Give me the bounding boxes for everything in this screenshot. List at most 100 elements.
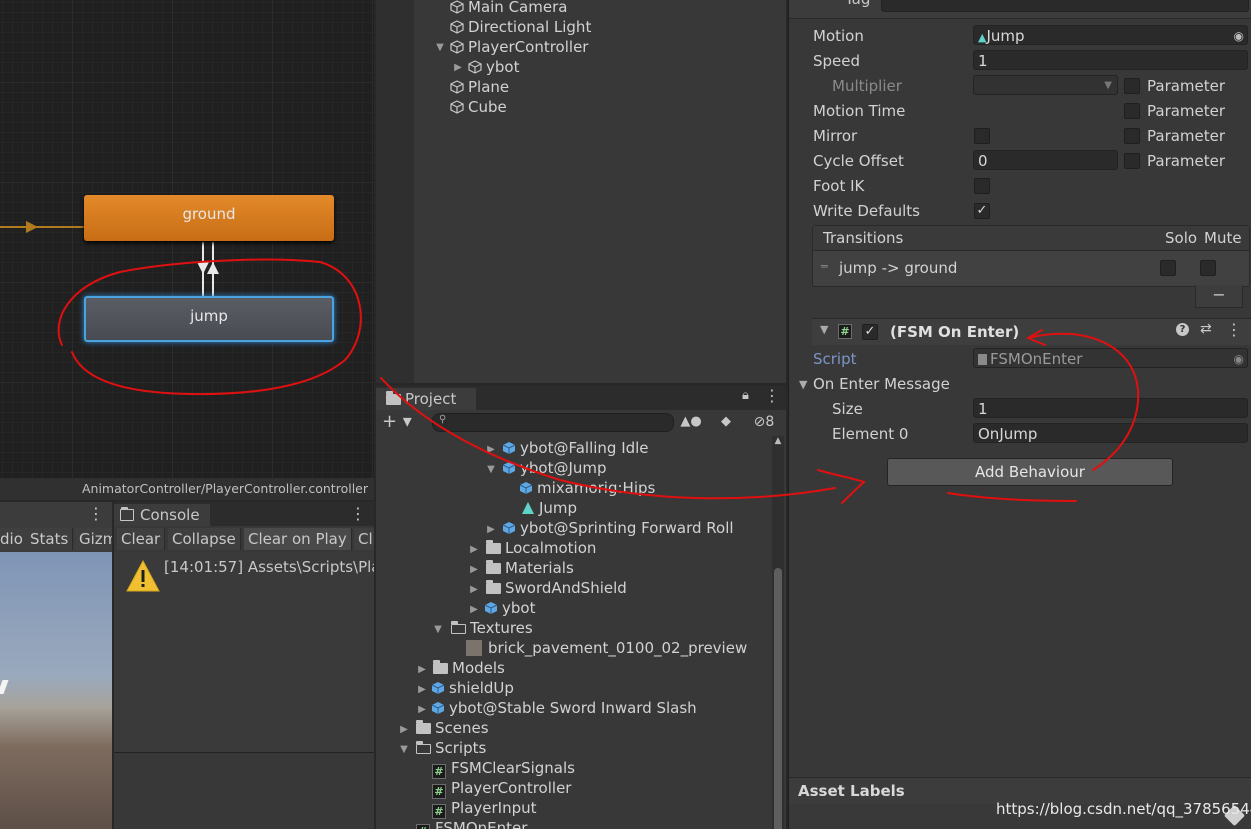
remove-transition-button[interactable]: − xyxy=(1195,285,1243,308)
script-field[interactable]: FSMOnEnter ◉ xyxy=(973,348,1248,368)
project-item-ybot-sprinting-roll[interactable]: ybot@Sprinting Forward Roll xyxy=(502,518,734,538)
project-item-brick-texture[interactable]: brick_pavement_0100_02_preview xyxy=(466,638,747,658)
object-picker-icon[interactable]: ◉ xyxy=(1234,349,1244,367)
more-options-icon[interactable]: ⋮ xyxy=(88,504,104,523)
motion-time-parameter-checkbox[interactable] xyxy=(1124,103,1140,119)
more-options-icon[interactable]: ⋮ xyxy=(350,504,366,523)
filter-by-label-icon[interactable]: ◆ xyxy=(711,410,741,434)
expand-arrow-icon[interactable]: ▼ xyxy=(434,42,446,53)
speed-input[interactable]: 1 xyxy=(973,50,1248,70)
hierarchy-item-directional-light[interactable]: Directional Light xyxy=(450,17,591,37)
motion-field[interactable]: ▲Jump ◉ xyxy=(973,25,1248,45)
mirror-checkbox[interactable] xyxy=(974,128,990,144)
filter-by-type-icon[interactable]: ▲● xyxy=(676,410,706,434)
drag-handle-icon[interactable]: ═ xyxy=(821,260,828,273)
console-tab[interactable]: Console xyxy=(114,504,210,526)
gameobject-icon xyxy=(450,80,464,94)
collapse-arrow-icon[interactable]: ▶ xyxy=(416,664,428,675)
gameobject-icon xyxy=(468,60,482,74)
console-clear-on-play-button[interactable]: Clear on Play xyxy=(244,528,352,550)
component-enabled-checkbox[interactable]: ✓ xyxy=(862,324,878,340)
project-item-localmotion[interactable]: Localmotion xyxy=(486,538,596,558)
hierarchy-item-ybot[interactable]: ybot xyxy=(468,57,519,77)
project-item-ybot-sword-slash[interactable]: ybot@Stable Sword Inward Slash xyxy=(431,698,697,718)
transition-mute-checkbox[interactable] xyxy=(1200,260,1216,276)
project-item-ybot[interactable]: ybot xyxy=(484,598,535,618)
animator-graph[interactable]: ground jump AnimatorController/PlayerCon… xyxy=(0,0,374,500)
scrollbar-thumb[interactable] xyxy=(774,568,782,829)
project-item-jump-clip[interactable]: Jump xyxy=(521,498,577,518)
collapse-arrow-icon[interactable]: ▶ xyxy=(416,704,428,715)
game-viewport[interactable] xyxy=(0,552,112,829)
project-item-fsmclearsignals[interactable]: # FSMClearSignals xyxy=(432,758,575,779)
project-item-textures[interactable]: Textures xyxy=(450,618,533,638)
project-item-swordandshield[interactable]: SwordAndShield xyxy=(486,578,627,598)
console-message-row[interactable]: [14:01:57] Assets\Scripts\Play xyxy=(114,552,374,752)
tag-dropdown[interactable] xyxy=(881,0,1249,12)
write-defaults-checkbox[interactable]: ✓ xyxy=(974,203,990,219)
cycle-offset-input[interactable]: 0 xyxy=(973,150,1118,170)
cycle-offset-parameter-checkbox[interactable] xyxy=(1124,153,1140,169)
collapse-arrow-icon[interactable]: ▶ xyxy=(468,544,480,555)
expand-arrow-icon[interactable]: ▼ xyxy=(432,624,444,635)
project-item-scripts[interactable]: Scripts xyxy=(415,738,486,758)
game-tab-audio[interactable]: dio xyxy=(0,528,28,550)
size-input[interactable]: 1 xyxy=(973,398,1248,418)
collapse-arrow-icon[interactable]: ▶ xyxy=(485,524,497,535)
collapse-arrow-icon[interactable]: ▶ xyxy=(485,444,497,455)
object-picker-icon[interactable]: ◉ xyxy=(1234,26,1244,44)
project-tab[interactable]: Project xyxy=(376,388,476,410)
console-clear-button[interactable]: Clear xyxy=(117,528,166,550)
fsm-on-enter-header[interactable]: ▼ # ✓ (FSM On Enter) ? ⇄ ⋮ xyxy=(812,318,1251,345)
project-item-ybot-jump[interactable]: ybot@Jump xyxy=(502,458,607,478)
expand-arrow-icon[interactable]: ▼ xyxy=(485,464,497,475)
project-item-shieldup[interactable]: shieldUp xyxy=(431,678,514,698)
more-options-icon[interactable]: ⋮ xyxy=(764,386,780,405)
collapse-arrow-icon[interactable]: ▶ xyxy=(416,684,428,695)
project-item-mixamorig-hips[interactable]: mixamorig:Hips xyxy=(519,478,655,498)
game-tab-stats[interactable]: Stats xyxy=(26,528,74,550)
hidden-packages-toggle[interactable]: ⊘8 xyxy=(746,410,782,434)
solo-header: Solo xyxy=(1165,229,1198,247)
project-search-input[interactable]: ⚲ xyxy=(432,413,674,432)
collapse-arrow-icon[interactable]: ▶ xyxy=(468,584,480,595)
project-item-materials[interactable]: Materials xyxy=(486,558,574,578)
project-item-models[interactable]: Models xyxy=(433,658,505,678)
help-icon[interactable]: ? xyxy=(1176,323,1189,336)
expand-arrow-icon[interactable]: ▼ xyxy=(820,323,828,336)
expand-arrow-icon[interactable]: ▼ xyxy=(799,378,807,391)
transition-solo-checkbox[interactable] xyxy=(1160,260,1176,276)
presets-icon[interactable]: ⇄ xyxy=(1200,321,1212,337)
hierarchy-item-playercontroller[interactable]: PlayerController xyxy=(450,37,588,57)
console-collapse-button[interactable]: Collapse xyxy=(168,528,241,550)
collapse-arrow-icon[interactable]: ▶ xyxy=(468,604,480,615)
collapse-arrow-icon[interactable]: ▶ xyxy=(398,724,410,735)
project-item-ybot-falling-idle[interactable]: ybot@Falling Idle xyxy=(502,438,649,458)
element-0-input[interactable]: OnJump xyxy=(973,423,1248,443)
project-item-playerinput[interactable]: # PlayerInput xyxy=(432,798,537,819)
collapse-arrow-icon[interactable]: ▶ xyxy=(468,564,480,575)
state-ground[interactable]: ground xyxy=(84,195,334,241)
foot-ik-checkbox[interactable] xyxy=(974,178,990,194)
hierarchy-item-main-camera[interactable]: Main Camera xyxy=(450,0,567,17)
state-jump[interactable]: jump xyxy=(84,296,334,342)
mirror-parameter-checkbox[interactable] xyxy=(1124,128,1140,144)
multiplier-parameter-checkbox[interactable] xyxy=(1124,78,1140,94)
multiplier-dropdown[interactable]: ▼ xyxy=(973,75,1118,95)
add-behaviour-button[interactable]: Add Behaviour xyxy=(887,458,1173,486)
project-scrollbar[interactable]: ▲ xyxy=(772,436,784,829)
transition-row[interactable]: ═ jump -> ground xyxy=(813,251,1249,286)
project-item-playercontroller[interactable]: # PlayerController xyxy=(432,778,571,799)
project-item-fsmonenter[interactable]: # FSMOnEnter xyxy=(416,818,527,829)
console-clear-on-build-button[interactable]: Cl xyxy=(354,528,374,550)
more-options-icon[interactable]: ⋮ xyxy=(1226,320,1242,339)
hierarchy-item-cube[interactable]: Cube xyxy=(450,97,507,117)
collapse-arrow-icon[interactable]: ▶ xyxy=(452,62,464,73)
project-item-scenes[interactable]: Scenes xyxy=(416,718,489,738)
scroll-up-icon[interactable]: ▲ xyxy=(772,436,784,446)
game-tab-gizmos[interactable]: Gizm xyxy=(75,528,112,550)
create-button[interactable]: + ▾ xyxy=(382,412,412,432)
lock-icon[interactable]: 🔒︎ xyxy=(742,388,749,403)
expand-arrow-icon[interactable]: ▼ xyxy=(398,744,410,755)
hierarchy-item-plane[interactable]: Plane xyxy=(450,77,509,97)
